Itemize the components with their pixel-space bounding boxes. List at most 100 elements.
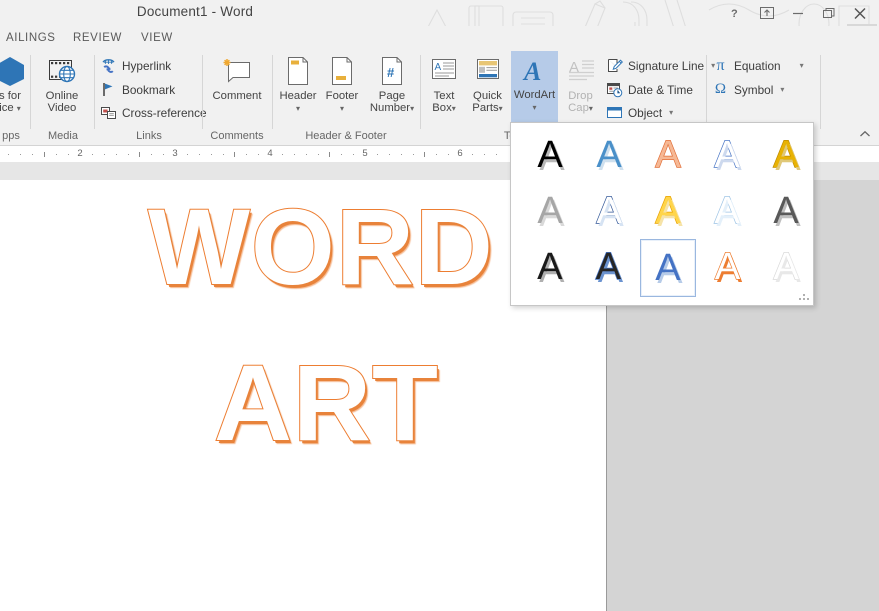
comment-button[interactable]: Comment	[208, 52, 266, 120]
drop-cap-icon: A	[558, 54, 603, 88]
quick-parts-button[interactable]: Quick Parts▾	[464, 52, 511, 120]
wordart-object-art[interactable]: ART	[213, 340, 439, 465]
group-separator	[272, 55, 273, 129]
svg-text:A: A	[522, 57, 541, 85]
help-icon[interactable]: ?	[720, 1, 751, 25]
wordart-style-3[interactable]: A	[641, 127, 695, 183]
wordart-style-letter: A	[537, 134, 563, 176]
group-label-comments: Comments	[210, 130, 264, 142]
apps-button-line1: s for	[0, 90, 21, 102]
symbol-omega-icon: Ω	[714, 81, 727, 97]
ribbon-display-options-icon[interactable]	[751, 1, 782, 25]
wordart-style-letter: A	[595, 246, 622, 288]
object-button[interactable]: Object ▾	[606, 102, 673, 123]
bookmark-flag-icon	[100, 81, 117, 98]
cross-reference-label: Cross-reference	[122, 105, 207, 120]
drop-cap-caret-icon: ▾	[588, 104, 593, 114]
wordart-style-letter: A	[537, 246, 563, 288]
object-caret-icon[interactable]: ▾	[669, 108, 673, 117]
page-number-button[interactable]: # Page Number▾	[364, 52, 420, 120]
symbol-caret-icon[interactable]: ▾	[780, 85, 784, 94]
wordart-object-word[interactable]: WORD	[147, 184, 494, 309]
footer-label: Footer	[325, 90, 359, 102]
drop-cap-button: A Drop Cap▾	[558, 52, 603, 120]
ruler-number: 3	[172, 148, 178, 159]
equation-label: Equation	[734, 58, 781, 73]
page-number-icon: #	[364, 54, 420, 88]
wordart-style-1[interactable]: A	[523, 127, 577, 183]
cross-reference-button[interactable]: Cross-reference	[100, 102, 207, 123]
comment-label: Comment	[212, 90, 262, 102]
wordart-style-letter: A	[596, 134, 622, 176]
online-video-line1: Online	[45, 90, 79, 102]
ruler-number: 4	[267, 148, 273, 159]
signature-line-button[interactable]: Signature Line ▾	[606, 55, 715, 76]
group-label-links: Links	[136, 130, 162, 142]
text-box-icon: A	[424, 54, 464, 88]
date-time-button[interactable]: Date & Time	[606, 79, 693, 100]
wordart-style-13[interactable]: A	[640, 239, 696, 297]
page-number-caret-icon[interactable]: ▾	[410, 104, 414, 113]
wordart-style-letter: A	[773, 134, 800, 176]
restore-icon[interactable]	[813, 1, 844, 25]
wordart-gallery-dropdown[interactable]: AAAAA AAAAA AAAAA	[510, 122, 814, 306]
bookmark-button[interactable]: Bookmark	[100, 79, 175, 100]
page-number-label2: Number	[369, 102, 411, 115]
text-box-button[interactable]: A Text Box▾	[424, 52, 464, 120]
wordart-style-9[interactable]: A	[700, 183, 754, 239]
wordart-style-10[interactable]: A	[759, 183, 813, 239]
wordart-style-12[interactable]: A	[582, 239, 636, 295]
group-separator	[420, 55, 421, 129]
svg-text:#: #	[387, 65, 395, 80]
tab-review[interactable]: REVIEW	[67, 28, 128, 49]
wordart-style-11[interactable]: A	[523, 239, 577, 295]
wordart-style-5[interactable]: A	[759, 127, 813, 183]
wordart-style-letter: A	[655, 190, 682, 232]
tab-view[interactable]: VIEW	[135, 28, 179, 49]
equation-caret-icon[interactable]: ▾	[800, 61, 804, 70]
group-separator	[820, 55, 821, 129]
footer-icon	[320, 54, 364, 88]
wordart-style-7[interactable]: A	[582, 183, 636, 239]
wordart-style-letter: A	[773, 246, 800, 288]
wordart-button[interactable]: A WordArt ▾	[511, 51, 558, 126]
online-video-button[interactable]: Online Video	[34, 52, 90, 120]
page-number-label1: Page	[378, 90, 406, 102]
wordart-style-letter: A	[714, 134, 741, 176]
object-icon	[606, 104, 623, 121]
group-separator	[94, 55, 95, 129]
window-controls: ?	[720, 0, 875, 26]
svg-text:A: A	[569, 59, 579, 76]
symbol-button[interactable]: Ω Symbol ▾	[712, 79, 784, 100]
svg-text:?: ?	[731, 8, 738, 19]
apps-for-office-button[interactable]: s for ice ▾	[0, 52, 38, 120]
wordart-style-2[interactable]: A	[582, 127, 636, 183]
document-title: Document1 - Word	[136, 4, 254, 19]
date-time-label: Date & Time	[628, 82, 693, 97]
minimize-icon[interactable]	[782, 1, 813, 25]
header-button[interactable]: Header ▾	[276, 52, 320, 120]
equation-button[interactable]: π Equation ▾	[712, 55, 804, 76]
resize-grip[interactable]	[799, 292, 809, 301]
hyperlink-button[interactable]: Hyperlink	[100, 55, 171, 76]
text-box-caret-icon[interactable]: ▾	[452, 104, 456, 113]
footer-button[interactable]: Footer ▾	[320, 52, 364, 120]
tab-mailings[interactable]: AILINGS	[0, 28, 62, 49]
symbol-label: Symbol	[734, 82, 774, 97]
close-icon[interactable]	[844, 1, 875, 25]
wordart-style-4[interactable]: A	[700, 127, 754, 183]
wordart-style-8[interactable]: A	[641, 183, 695, 239]
drop-cap-label1: Drop	[568, 90, 593, 102]
wordart-style-15[interactable]: A	[759, 239, 813, 295]
wordart-caret-icon[interactable]: ▾	[532, 103, 536, 112]
collapse-ribbon-icon[interactable]	[857, 127, 873, 141]
header-caret-icon[interactable]: ▾	[296, 104, 300, 113]
svg-text:A: A	[435, 62, 442, 73]
footer-caret-icon[interactable]: ▾	[340, 104, 344, 113]
new-comment-icon	[208, 54, 266, 88]
wordart-style-14[interactable]: A	[701, 239, 755, 295]
quick-parts-caret-icon[interactable]: ▾	[499, 104, 503, 113]
apps-button-caret-icon[interactable]: ▾	[17, 104, 21, 113]
wordart-style-6[interactable]: A	[523, 183, 577, 239]
wordart-style-letter: A	[773, 190, 799, 232]
